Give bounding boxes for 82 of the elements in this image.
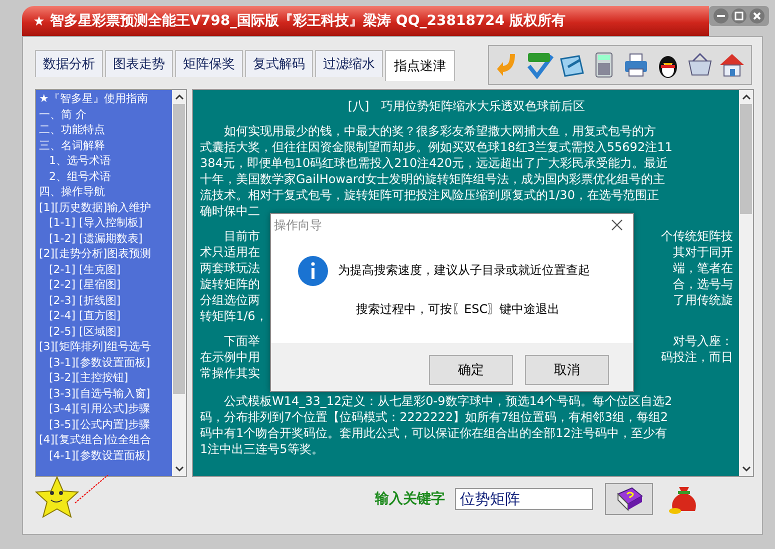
article-text: 在示例中用 xyxy=(200,349,260,365)
guide-item[interactable]: 2、组号术语 xyxy=(39,168,172,184)
keyword-field[interactable]: 位势矩阵 xyxy=(455,488,593,510)
article-text: 流技术。相对于复式包号，旋转矩阵可把投注风险压缩到原复式的1/30，在选号范围正 xyxy=(200,187,659,203)
dialog-message: 为提高搜索速度，建议从子目录或就近位置查起 xyxy=(338,262,590,279)
guide-item[interactable]: [3-3][自选号输入窗] xyxy=(39,386,172,401)
article-text: 如何实现用最少的钱，中最大的奖？很多彩友希望撒大网捕大鱼，用复式包号的方 xyxy=(224,123,656,139)
dialog-message: 搜索过程中，可按〖ESC〗键中途退出 xyxy=(356,301,561,318)
help-button[interactable] xyxy=(605,483,653,515)
guide-item[interactable]: [3-1][参数设置面板] xyxy=(39,354,172,370)
article-title: [八] 巧用位势矩阵缩水大乐透双色球前后区 xyxy=(346,98,586,114)
keyword-label: 输入关键字 xyxy=(375,490,445,508)
tab[interactable]: 过滤缩水 xyxy=(315,50,383,77)
tab[interactable]: 矩阵保奖 xyxy=(175,50,243,77)
scroll-down-icon[interactable] xyxy=(742,466,750,472)
guide-item[interactable]: [3-4][引用公式]步骤 xyxy=(39,401,172,416)
article-text: 转矩阵1/6， xyxy=(200,308,268,324)
dialog-title: 操作向导 xyxy=(274,216,322,234)
guide-item[interactable]: [4-1][参数设置面板] xyxy=(39,448,172,463)
guide-item[interactable]: [2-5] [区域图] xyxy=(39,324,172,339)
guide-item[interactable]: 1、选号术语 xyxy=(39,153,172,168)
guide-item[interactable]: [4][复式组合]位全组合 xyxy=(39,432,172,448)
article-text: 目前市 xyxy=(224,228,260,244)
guide-item[interactable]: [1-1] [导入控制板] xyxy=(39,215,172,230)
article-text: 码中有1个吻合开奖码位。套用此公式，可以保证你在组合出的全部12注号码中，至少有 xyxy=(200,425,667,441)
article-text: 分组选位两 xyxy=(200,292,260,308)
article-text: 式囊括大奖，但往往因资金限制望而却步。例如买双色球18红3兰复式需投入55692注11 xyxy=(200,139,672,155)
guide-item[interactable]: [3-5][公式内置]步骤 xyxy=(39,416,172,432)
guide-item[interactable]: 三、名词解释 xyxy=(39,138,172,153)
guide-item[interactable]: [2][走势分析]图表预测 xyxy=(39,246,172,262)
dialog-button[interactable]: 取消 xyxy=(525,355,609,385)
window-title: 智多星彩票预测全能王V798_国际版『彩王科技』梁涛 QQ_23818724 版权所有 xyxy=(50,12,566,30)
tab[interactable]: 数据分析 xyxy=(35,50,103,77)
article-text: 码，分布排列到7个位置【位码模式：2222222】如所有7组位置码，有相邻3组，每组2 xyxy=(200,409,668,425)
scroll-up-icon[interactable] xyxy=(174,94,184,100)
guide-item[interactable]: [3][矩阵排列]组号选号 xyxy=(39,339,172,354)
guide-item[interactable]: 一、简 介 xyxy=(39,106,172,122)
article-text: 公式模板W14_33_12定义：从七星彩0-9数字球中，预选14个号码。每个位区自选2 xyxy=(224,393,672,409)
close-icon[interactable] xyxy=(611,219,623,231)
guide-item[interactable]: 二、功能特点 xyxy=(39,122,172,138)
article-text: 其对于同开 xyxy=(673,244,733,260)
star-icon xyxy=(34,16,44,26)
article-text: 对号入座： xyxy=(673,333,733,349)
scroll-down-icon[interactable] xyxy=(174,466,184,472)
article-text: 了用传统旋 xyxy=(673,292,733,308)
article-text: 1注中出三连号5等奖。 xyxy=(200,441,324,457)
article-text: 个传统矩阵技 xyxy=(661,228,733,244)
scroll-thumb[interactable] xyxy=(740,104,752,214)
scroll-thumb[interactable] xyxy=(173,104,185,394)
guide-item[interactable]: [2-3] [折线图] xyxy=(39,292,172,308)
info-icon xyxy=(298,256,328,286)
article-text: 旋转矩阵的 xyxy=(200,276,260,292)
home-icon[interactable] xyxy=(718,51,746,79)
tab[interactable]: 图表走势 xyxy=(105,50,173,77)
article-text: 合，选号与 xyxy=(673,276,733,292)
guide-item[interactable]: ★『智多星』使用指南 xyxy=(39,91,172,106)
guide-item[interactable]: [2-1] [生克图] xyxy=(39,262,172,277)
tab[interactable]: 指点迷津 xyxy=(385,50,455,81)
article-text: 端，笔者在 xyxy=(673,260,733,276)
article-text: 码投注，而日 xyxy=(661,349,733,365)
tab[interactable]: 复式解码 xyxy=(245,50,313,77)
close-button[interactable] xyxy=(749,8,765,24)
article-text: 两套球玩法 xyxy=(200,260,260,276)
article-text: 下面举 xyxy=(224,333,260,349)
article-text: 常操作其实 xyxy=(200,365,260,381)
scrollbar[interactable] xyxy=(739,90,753,476)
guide-item[interactable]: [1-2] [遗漏期数表] xyxy=(39,230,172,246)
maximize-button[interactable] xyxy=(731,8,747,24)
guide-item[interactable]: [1][历史数据]输入维护 xyxy=(39,200,172,215)
guide-item[interactable]: [2-2] [星宿图] xyxy=(39,277,172,292)
guide-item[interactable]: 四、操作导航 xyxy=(39,184,172,200)
minimize-button[interactable] xyxy=(713,8,729,24)
scrollbar[interactable] xyxy=(172,90,186,476)
article-text: 术只适用在 xyxy=(200,244,260,260)
guide-item[interactable]: [3-2][主控按钮] xyxy=(39,370,172,386)
article-text: 十年，美国数学家GailHoward女士发明的旋转矩阵组号法，成为国内彩票优化组号的主 xyxy=(200,171,666,187)
guide-item[interactable]: [2-4] [直方图] xyxy=(39,308,172,324)
dialog-button[interactable]: 确定 xyxy=(429,355,513,385)
printer-icon[interactable] xyxy=(622,51,650,79)
article-text: 384元，即便单包10码红球也需投入210注420元，远远超出了广大彩民承受能力。最近 xyxy=(200,155,668,171)
article-text: 确时保中二 xyxy=(200,203,260,219)
scroll-up-icon[interactable] xyxy=(742,94,750,100)
